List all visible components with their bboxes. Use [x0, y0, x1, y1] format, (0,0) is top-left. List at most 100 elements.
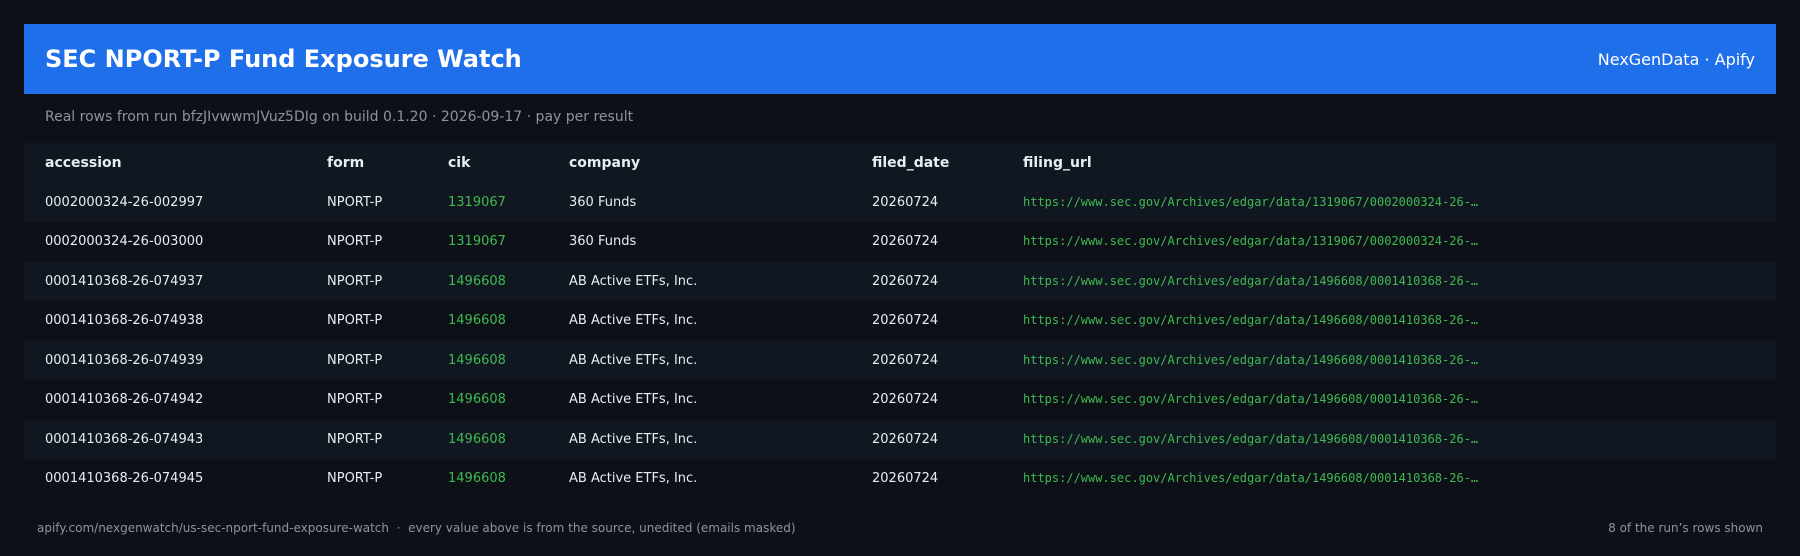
cell-form: NPORT-P — [327, 313, 448, 328]
cell-company: AB Active ETFs, Inc. — [569, 353, 872, 368]
filing-url-link[interactable]: https://www.sec.gov/Archives/edgar/data/… — [1023, 432, 1478, 446]
table-row: 0001410368-26-074939 NPORT-P 1496608 AB Act… — [24, 340, 1776, 380]
cell-company: 360 Funds — [569, 195, 872, 210]
cell-accession: 0002000324-26-002997 — [24, 195, 327, 210]
accession-value: 0001410368-26-074945 — [45, 471, 204, 487]
column-header-company: company — [569, 154, 641, 171]
table-row: 0002000324-26-003000 NPORT-P 1319067 360 Fu… — [24, 222, 1776, 262]
form-value: NPORT-P — [327, 352, 383, 368]
page-header: SEC NPORT-P Fund Exposure Watch NexGenDa… — [24, 24, 1776, 94]
footer-row-count: 8 of the run’s rows shown — [1608, 521, 1763, 535]
accession-value: 0001410368-26-074943 — [45, 431, 204, 447]
cell-filed-date: 20260724 — [872, 471, 1023, 486]
cell-accession: 0001410368-26-074937 — [24, 274, 327, 289]
cell-filing-url[interactable]: https://www.sec.gov/Archives/edgar/data/… — [1023, 471, 1543, 486]
cell-filing-url[interactable]: https://www.sec.gov/Archives/edgar/data/… — [1023, 432, 1543, 447]
cell-form: NPORT-P — [327, 234, 448, 249]
form-value: NPORT-P — [327, 273, 383, 289]
cell-filed-date: 20260724 — [872, 195, 1023, 210]
cell-cik: 1496608 — [448, 432, 569, 447]
cell-cik: 1319067 — [448, 195, 569, 210]
cell-company: AB Active ETFs, Inc. — [569, 392, 872, 407]
cik-value: 1496608 — [448, 313, 506, 329]
filing-url-link[interactable]: https://www.sec.gov/Archives/edgar/data/… — [1023, 195, 1478, 209]
filing-url-link[interactable]: https://www.sec.gov/Archives/edgar/data/… — [1023, 234, 1478, 248]
cell-company: AB Active ETFs, Inc. — [569, 274, 872, 289]
cell-filed-date: 20260724 — [872, 353, 1023, 368]
cik-value: 1496608 — [448, 471, 506, 487]
table-row: 0001410368-26-074937 NPORT-P 1496608 AB Act… — [24, 261, 1776, 301]
form-value: NPORT-P — [327, 313, 383, 329]
cell-filing-url[interactable]: https://www.sec.gov/Archives/edgar/data/… — [1023, 392, 1543, 407]
form-value: NPORT-P — [327, 234, 383, 250]
cell-cik: 1496608 — [448, 353, 569, 368]
cell-filing-url[interactable]: https://www.sec.gov/Archives/edgar/data/… — [1023, 234, 1543, 249]
company-value: AB Active ETFs, Inc. — [569, 471, 698, 487]
column-header-filing-url: filing_url — [1023, 154, 1092, 171]
cell-form: NPORT-P — [327, 432, 448, 447]
cell-accession: 0002000324-26-003000 — [24, 234, 327, 249]
table-row: 0001410368-26-074938 NPORT-P 1496608 AB Act… — [24, 301, 1776, 341]
cik-value: 1496608 — [448, 431, 506, 447]
cell-form: NPORT-P — [327, 195, 448, 210]
cell-company: AB Active ETFs, Inc. — [569, 432, 872, 447]
filed-date-value: 20260724 — [872, 234, 939, 250]
results-table: accession form cik company filed_date fi… — [24, 143, 1776, 499]
table-body: 0002000324-26-002997 NPORT-P 1319067 360 Fu… — [24, 182, 1776, 499]
filing-url-link[interactable]: https://www.sec.gov/Archives/edgar/data/… — [1023, 471, 1478, 485]
cell-accession: 0001410368-26-074939 — [24, 353, 327, 368]
cell-accession: 0001410368-26-074938 — [24, 313, 327, 328]
cell-filing-url[interactable]: https://www.sec.gov/Archives/edgar/data/… — [1023, 313, 1543, 328]
filing-url-link[interactable]: https://www.sec.gov/Archives/edgar/data/… — [1023, 313, 1478, 327]
cell-filing-url[interactable]: https://www.sec.gov/Archives/edgar/data/… — [1023, 353, 1543, 368]
cell-company: AB Active ETFs, Inc. — [569, 313, 872, 328]
cell-form: NPORT-P — [327, 392, 448, 407]
cell-filed-date: 20260724 — [872, 313, 1023, 328]
cik-value: 1496608 — [448, 352, 506, 368]
filing-url-link[interactable]: https://www.sec.gov/Archives/edgar/data/… — [1023, 392, 1478, 406]
cell-filing-url[interactable]: https://www.sec.gov/Archives/edgar/data/… — [1023, 195, 1543, 210]
cell-cik: 1496608 — [448, 274, 569, 289]
table-header-row: accession form cik company filed_date fi… — [24, 143, 1776, 183]
company-value: AB Active ETFs, Inc. — [569, 313, 698, 329]
filed-date-value: 20260724 — [872, 273, 939, 289]
column-header-filed-date: filed_date — [872, 154, 950, 171]
cik-value: 1496608 — [448, 392, 506, 408]
column-header-form: form — [327, 154, 365, 171]
cell-cik: 1496608 — [448, 471, 569, 486]
brand-label: NexGenData · Apify — [1597, 49, 1755, 69]
accession-value: 0001410368-26-074939 — [45, 352, 204, 368]
accession-value: 0002000324-26-002997 — [45, 194, 204, 210]
cell-cik: 1496608 — [448, 392, 569, 407]
table-row: 0002000324-26-002997 NPORT-P 1319067 360 Fu… — [24, 182, 1776, 222]
filing-url-link[interactable]: https://www.sec.gov/Archives/edgar/data/… — [1023, 274, 1478, 288]
column-header-cik: cik — [448, 154, 471, 171]
accession-value: 0001410368-26-074938 — [45, 313, 204, 329]
cik-value: 1319067 — [448, 194, 506, 210]
filed-date-value: 20260724 — [872, 471, 939, 487]
filed-date-value: 20260724 — [872, 352, 939, 368]
cell-form: NPORT-P — [327, 353, 448, 368]
cell-cik: 1496608 — [448, 313, 569, 328]
form-value: NPORT-P — [327, 392, 383, 408]
cell-accession: 0001410368-26-074942 — [24, 392, 327, 407]
accession-value: 0001410368-26-074942 — [45, 392, 204, 408]
company-value: AB Active ETFs, Inc. — [569, 352, 698, 368]
filed-date-value: 20260724 — [872, 194, 939, 210]
cell-accession: 0001410368-26-074945 — [24, 471, 327, 486]
accession-value: 0001410368-26-074937 — [45, 273, 204, 289]
page-title: SEC NPORT-P Fund Exposure Watch — [45, 45, 522, 73]
company-value: 360 Funds — [569, 194, 637, 210]
run-info: Real rows from run bfzJIvwwmJVuz5DIg on … — [45, 109, 634, 125]
cell-form: NPORT-P — [327, 471, 448, 486]
company-value: AB Active ETFs, Inc. — [569, 273, 698, 289]
cell-company: 360 Funds — [569, 234, 872, 249]
table-row: 0001410368-26-074942 NPORT-P 1496608 AB Act… — [24, 380, 1776, 420]
company-value: AB Active ETFs, Inc. — [569, 392, 698, 408]
cell-filed-date: 20260724 — [872, 274, 1023, 289]
table-row: 0001410368-26-074945 NPORT-P 1496608 AB Act… — [24, 459, 1776, 499]
filing-url-link[interactable]: https://www.sec.gov/Archives/edgar/data/… — [1023, 353, 1478, 367]
cell-filed-date: 20260724 — [872, 432, 1023, 447]
cell-filing-url[interactable]: https://www.sec.gov/Archives/edgar/data/… — [1023, 274, 1543, 289]
filed-date-value: 20260724 — [872, 392, 939, 408]
